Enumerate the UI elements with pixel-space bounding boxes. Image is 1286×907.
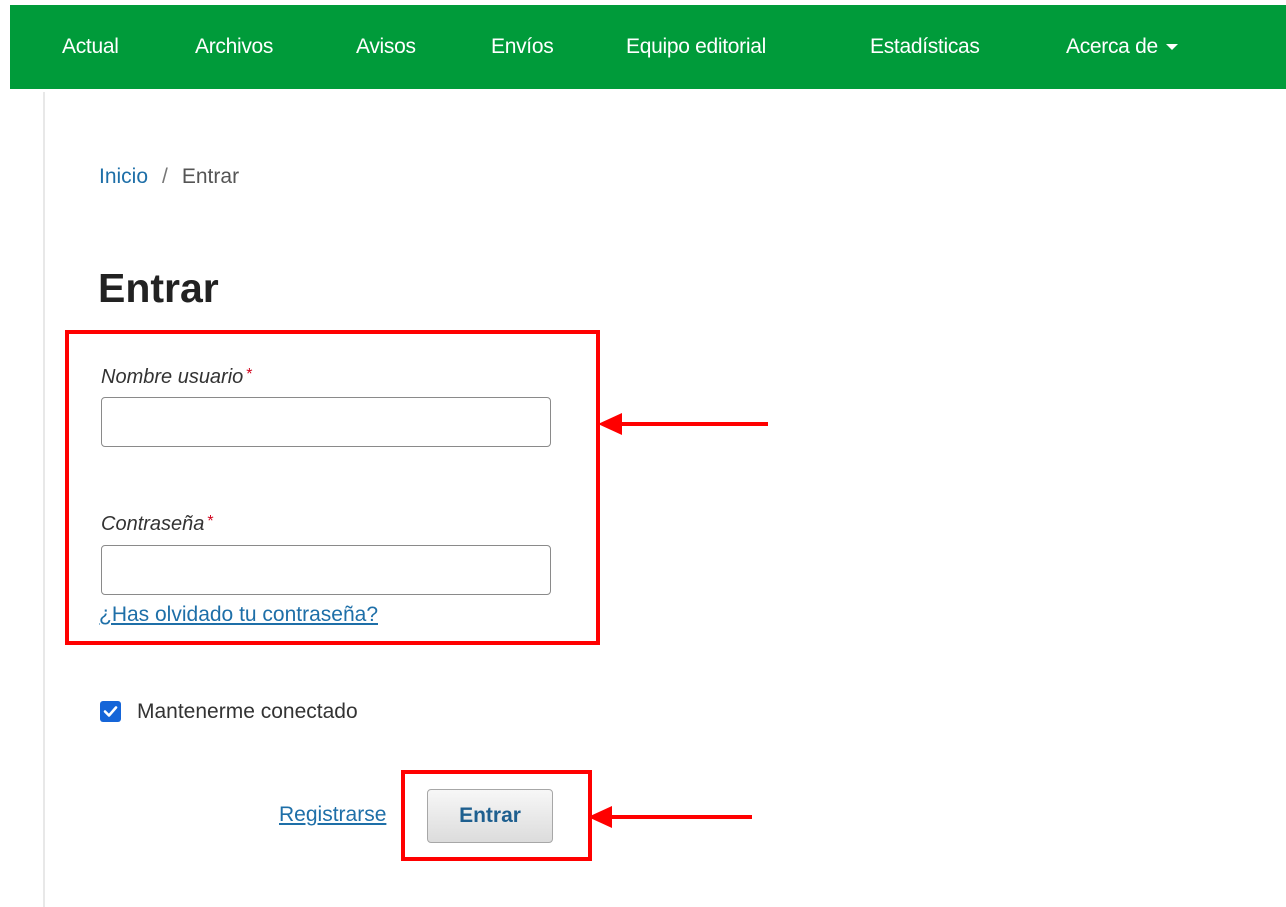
nav-item-avisos[interactable]: Avisos bbox=[356, 5, 416, 89]
credentials-highlight-box bbox=[65, 330, 600, 645]
nav-item-acerca-de[interactable]: Acerca de bbox=[1066, 5, 1178, 89]
nav-item-archivos[interactable]: Archivos bbox=[195, 5, 273, 89]
nav-item-acerca-de-label: Acerca de bbox=[1066, 35, 1158, 58]
top-navigation-bar: Actual Archivos Avisos Envíos Equipo edi… bbox=[10, 5, 1286, 89]
page-title: Entrar bbox=[98, 265, 219, 311]
arrow-left-icon bbox=[598, 413, 768, 435]
content-left-border bbox=[43, 92, 45, 907]
breadcrumb: Inicio / Entrar bbox=[99, 165, 239, 189]
register-link[interactable]: Registrarse bbox=[279, 803, 386, 827]
nav-item-estadisticas[interactable]: Estadísticas bbox=[870, 5, 980, 89]
nav-item-actual[interactable]: Actual bbox=[62, 5, 119, 89]
submit-highlight-box bbox=[401, 770, 592, 861]
caret-down-icon bbox=[1165, 44, 1178, 51]
breadcrumb-separator: / bbox=[162, 165, 168, 188]
nav-item-envios[interactable]: Envíos bbox=[491, 5, 554, 89]
arrow-left-icon bbox=[588, 806, 752, 828]
remember-me-label: Mantenerme conectado bbox=[137, 700, 358, 723]
remember-me-checkbox[interactable] bbox=[100, 701, 121, 722]
breadcrumb-current: Entrar bbox=[181, 165, 240, 188]
nav-item-equipo-editorial[interactable]: Equipo editorial bbox=[626, 5, 766, 89]
breadcrumb-home-link[interactable]: Inicio bbox=[99, 165, 148, 188]
checkmark-icon bbox=[103, 706, 118, 717]
